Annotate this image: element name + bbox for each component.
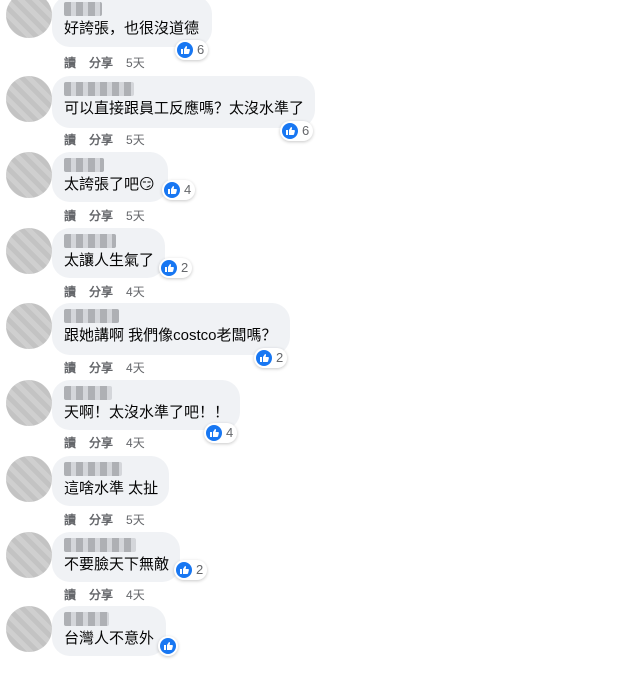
reaction-summary[interactable]: 6 bbox=[175, 40, 209, 60]
thumbs-up-icon bbox=[282, 123, 298, 139]
comment-actions: 讀 分享 5天 bbox=[64, 207, 145, 224]
comment-text: 台灣人不意外 bbox=[64, 630, 155, 647]
comment-text: 跟她講啊 我們像costco老闆嗎？ bbox=[64, 327, 277, 344]
read-link[interactable]: 讀 bbox=[64, 131, 76, 148]
comment-bubble: 可以直接跟員工反應嗎？太沒水準了 bbox=[52, 76, 315, 128]
share-link[interactable]: 分享 bbox=[89, 586, 113, 603]
reaction-summary[interactable]: 4 bbox=[162, 180, 196, 200]
read-link[interactable]: 讀 bbox=[64, 511, 76, 528]
timestamp[interactable]: 4天 bbox=[126, 359, 145, 376]
comment-text: 太讓人生氣了 bbox=[64, 252, 155, 269]
reaction-summary[interactable]: 4 bbox=[204, 423, 238, 443]
thumbs-up-icon bbox=[256, 350, 272, 366]
avatar[interactable] bbox=[6, 606, 52, 652]
comment-item: 跟她講啊 我們像costco老闆嗎？ 2 讀 分享 4天 bbox=[0, 303, 627, 379]
avatar[interactable] bbox=[6, 76, 52, 122]
comment-actions: 讀 分享 4天 bbox=[64, 359, 145, 376]
comment-item: 不要臉天下無敵 2 讀 分享 4天 bbox=[0, 532, 627, 608]
comment-actions: 讀 分享 4天 bbox=[64, 283, 145, 300]
comment-text: 可以直接跟員工反應嗎？太沒水準了 bbox=[64, 100, 305, 117]
reaction-count: 2 bbox=[196, 562, 204, 577]
timestamp[interactable]: 4天 bbox=[126, 283, 145, 300]
reaction-count: 4 bbox=[226, 425, 234, 440]
reaction-count: 6 bbox=[197, 42, 205, 57]
comment-actions: 讀 分享 5天 bbox=[64, 511, 145, 528]
author-name-redacted[interactable] bbox=[64, 462, 122, 476]
author-name-redacted[interactable] bbox=[64, 2, 102, 16]
read-link[interactable]: 讀 bbox=[64, 434, 76, 451]
reaction-summary[interactable] bbox=[158, 636, 178, 656]
read-link[interactable]: 讀 bbox=[64, 359, 76, 376]
share-link[interactable]: 分享 bbox=[89, 511, 113, 528]
thumbs-up-icon bbox=[164, 182, 180, 198]
comment-bubble: 太讓人生氣了 bbox=[52, 228, 165, 278]
reaction-summary[interactable]: 2 bbox=[254, 348, 288, 368]
comment-item: 天啊！太沒水準了吧！！ 4 讀 分享 4天 bbox=[0, 380, 627, 456]
timestamp[interactable]: 5天 bbox=[126, 511, 145, 528]
reaction-summary[interactable]: 2 bbox=[159, 258, 193, 278]
comment-bubble: 太誇張了吧😏 bbox=[52, 152, 168, 202]
comment-item: 好誇張，也很沒道德 6 讀 分享 5天 bbox=[0, 0, 627, 72]
share-link[interactable]: 分享 bbox=[89, 131, 113, 148]
read-link[interactable]: 讀 bbox=[64, 283, 76, 300]
thumbs-up-icon bbox=[206, 425, 222, 441]
comment-bubble: 台灣人不意外 bbox=[52, 606, 166, 656]
comment-item: 台灣人不意外 bbox=[0, 606, 627, 682]
avatar[interactable] bbox=[6, 380, 52, 426]
timestamp[interactable]: 5天 bbox=[126, 207, 145, 224]
comment-item: 太讓人生氣了 2 讀 分享 4天 bbox=[0, 228, 627, 304]
reaction-count: 2 bbox=[276, 350, 284, 365]
comment-actions: 讀 分享 5天 bbox=[64, 54, 145, 71]
comment-bubble: 不要臉天下無敵 bbox=[52, 532, 180, 582]
reaction-summary[interactable]: 2 bbox=[174, 560, 208, 580]
author-name-redacted[interactable] bbox=[64, 309, 119, 323]
thumbs-up-icon bbox=[177, 42, 193, 58]
read-link[interactable]: 讀 bbox=[64, 207, 76, 224]
comment-text: 好誇張，也很沒道德 bbox=[64, 20, 200, 37]
read-link[interactable]: 讀 bbox=[64, 586, 76, 603]
thumbs-up-icon bbox=[160, 638, 176, 654]
avatar[interactable] bbox=[6, 532, 52, 578]
thumbs-up-icon bbox=[161, 260, 177, 276]
avatar[interactable] bbox=[6, 456, 52, 502]
reaction-count: 2 bbox=[181, 260, 189, 275]
comment-bubble: 跟她講啊 我們像costco老闆嗎？ bbox=[52, 303, 290, 355]
author-name-redacted[interactable] bbox=[64, 612, 109, 626]
comment-actions: 讀 分享 4天 bbox=[64, 586, 145, 603]
avatar[interactable] bbox=[6, 0, 52, 38]
author-name-redacted[interactable] bbox=[64, 386, 112, 400]
author-name-redacted[interactable] bbox=[64, 234, 116, 248]
comment-bubble: 這啥水準 太扯 bbox=[52, 456, 169, 506]
author-name-redacted[interactable] bbox=[64, 82, 134, 96]
read-link[interactable]: 讀 bbox=[64, 54, 76, 71]
comment-item: 太誇張了吧😏 4 讀 分享 5天 bbox=[0, 152, 627, 228]
avatar[interactable] bbox=[6, 303, 52, 349]
comment-text: 太誇張了吧😏 bbox=[64, 176, 155, 193]
share-link[interactable]: 分享 bbox=[89, 207, 113, 224]
share-link[interactable]: 分享 bbox=[89, 283, 113, 300]
comment-text: 不要臉天下無敵 bbox=[64, 556, 170, 573]
comment-actions: 讀 分享 5天 bbox=[64, 131, 145, 148]
comment-item: 可以直接跟員工反應嗎？太沒水準了 6 讀 分享 5天 bbox=[0, 76, 627, 152]
avatar[interactable] bbox=[6, 228, 52, 274]
share-link[interactable]: 分享 bbox=[89, 54, 113, 71]
thumbs-up-icon bbox=[176, 562, 192, 578]
author-name-redacted[interactable] bbox=[64, 538, 136, 552]
reaction-count: 6 bbox=[302, 123, 310, 138]
share-link[interactable]: 分享 bbox=[89, 434, 113, 451]
timestamp[interactable]: 5天 bbox=[126, 131, 145, 148]
share-link[interactable]: 分享 bbox=[89, 359, 113, 376]
comment-actions: 讀 分享 4天 bbox=[64, 434, 145, 451]
author-name-redacted[interactable] bbox=[64, 158, 104, 172]
reaction-summary[interactable]: 6 bbox=[280, 121, 314, 141]
comment-text: 這啥水準 太扯 bbox=[64, 480, 159, 497]
timestamp[interactable]: 5天 bbox=[126, 54, 145, 71]
timestamp[interactable]: 4天 bbox=[126, 586, 145, 603]
avatar[interactable] bbox=[6, 152, 52, 198]
comment-item: 這啥水準 太扯 讀 分享 5天 bbox=[0, 456, 627, 532]
reaction-count: 4 bbox=[184, 182, 192, 197]
timestamp[interactable]: 4天 bbox=[126, 434, 145, 451]
comment-text: 天啊！太沒水準了吧！！ bbox=[64, 404, 230, 421]
